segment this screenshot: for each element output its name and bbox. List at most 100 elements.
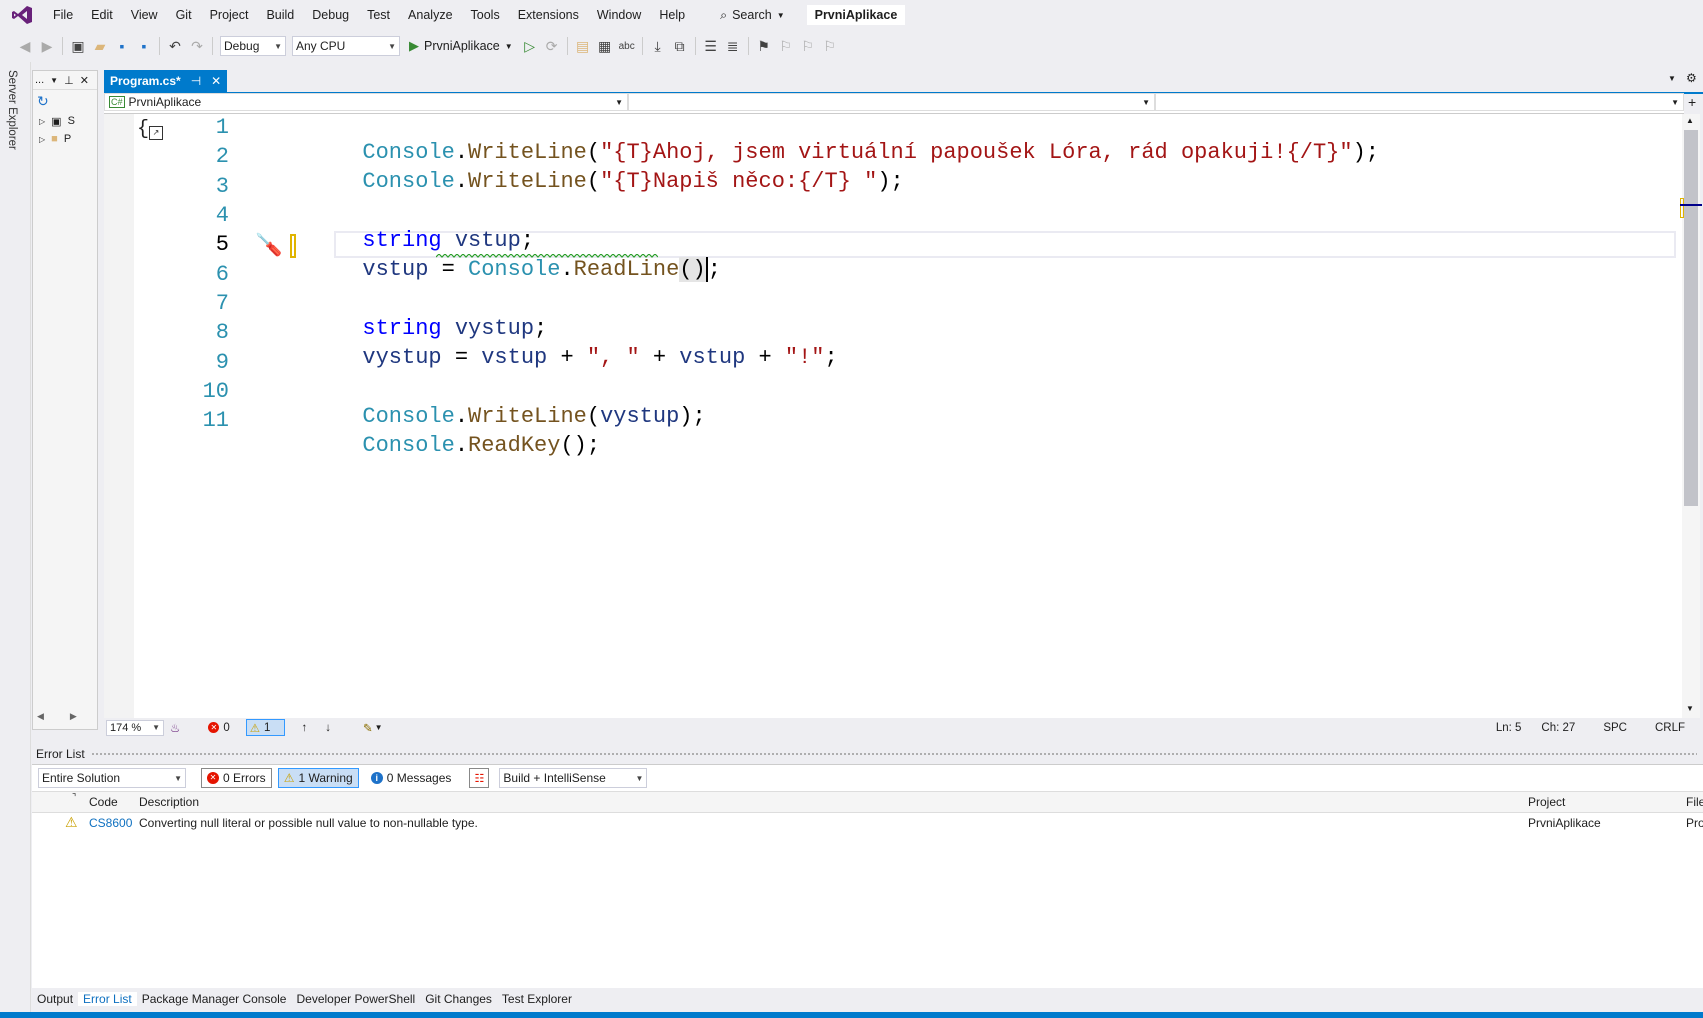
indent-icon[interactable]: ☰ — [700, 35, 722, 57]
column-indicator[interactable]: Ch: 27 — [1541, 722, 1575, 734]
menu-edit[interactable]: Edit — [82, 0, 122, 30]
column-header-code[interactable]: Code — [89, 795, 118, 809]
step-over-icon[interactable]: ⧉ — [669, 35, 691, 57]
table-row[interactable]: ⚠ CS8600 Converting null literal or poss… — [32, 812, 1703, 832]
start-without-debugging-icon[interactable]: ▷ — [519, 35, 541, 57]
pin-icon[interactable]: ⊣ — [191, 74, 201, 88]
save-icon[interactable]: ▪ — [111, 35, 133, 57]
tab-git-changes[interactable]: Git Changes — [420, 992, 497, 1006]
browse-folder-icon[interactable]: ▤ — [572, 35, 594, 57]
menu-view[interactable]: View — [122, 0, 167, 30]
menu-tools[interactable]: Tools — [462, 0, 509, 30]
solution-configuration-select[interactable]: Debug ▼ — [220, 36, 286, 56]
scroll-up-icon[interactable]: ▲ — [1686, 116, 1694, 125]
undo-icon[interactable]: ↶ — [164, 35, 186, 57]
code-line-8[interactable]: vystup = vstup + ", " + vstup + "!"; — [336, 320, 837, 370]
menu-extensions[interactable]: Extensions — [509, 0, 588, 30]
clear-bookmarks-icon[interactable]: ⚐ — [819, 35, 841, 57]
chevron-down-icon[interactable]: ▼ — [375, 723, 383, 732]
tab-program-cs[interactable]: Program.cs* ⊣ ✕ — [104, 70, 228, 92]
column-header-project[interactable]: Project — [1528, 795, 1565, 809]
build-source-select[interactable]: Build + IntelliSense ▼ — [499, 768, 648, 788]
warnings-filter-button[interactable]: ⚠ 1 Warning — [277, 768, 359, 788]
search-box[interactable]: ⌕ Search ▼ — [712, 8, 793, 23]
start-debugging-button[interactable]: ▶ PrvniAplikace ▼ — [403, 38, 519, 54]
visual-studio-logo-icon[interactable] — [10, 5, 34, 25]
project-item-label[interactable]: P — [64, 133, 71, 145]
line-indicator[interactable]: Ln: 5 — [1496, 722, 1522, 734]
solution-platform-select[interactable]: Any CPU ▼ — [292, 36, 400, 56]
menu-test[interactable]: Test — [358, 0, 399, 30]
panel-scroll-arrows[interactable]: ◀ ▶ — [37, 711, 77, 722]
messages-filter-button[interactable]: i 0 Messages — [365, 768, 458, 788]
chevron-down-icon[interactable]: ▼ — [50, 76, 58, 85]
solution-item-label[interactable]: S — [68, 115, 75, 127]
open-folder-icon[interactable]: ▰ — [89, 35, 111, 57]
zoom-select[interactable]: 174 % ▼ — [106, 719, 164, 736]
code-line-2[interactable]: Console.WriteLine("{T}Napiš něco:{/T} ")… — [336, 144, 903, 194]
menu-help[interactable]: Help — [650, 0, 694, 30]
outline-toggle-icon[interactable]: ↗ — [149, 126, 163, 140]
scroll-right-icon[interactable]: ▶ — [70, 711, 77, 722]
scroll-left-icon[interactable]: ◀ — [37, 711, 44, 722]
new-project-icon[interactable]: ▣ — [67, 35, 89, 57]
bookmark-icon[interactable]: ⚑ — [753, 35, 775, 57]
member-scope-select[interactable]: ▼ — [1155, 93, 1684, 111]
menu-project[interactable]: Project — [201, 0, 258, 30]
redo-icon[interactable]: ↷ — [186, 35, 208, 57]
code-line-11[interactable]: Console.ReadKey(); — [336, 408, 600, 458]
sync-icon[interactable]: ↻ — [37, 93, 49, 110]
pin-icon[interactable]: ⊥ — [64, 74, 74, 87]
line-ending-indicator[interactable]: CRLF — [1655, 722, 1685, 734]
navigate-forward-icon[interactable]: ▶ — [36, 35, 58, 57]
navigate-back-icon[interactable]: ◀ — [14, 35, 36, 57]
warning-squiggle[interactable] — [436, 254, 658, 258]
project-scope-select[interactable]: C# PrvniAplikace ▼ — [104, 93, 628, 111]
outdent-icon[interactable]: ≣ — [722, 35, 744, 57]
filter-current-document-icon[interactable]: ☷ — [469, 768, 490, 788]
warning-count-indicator[interactable]: ⚠ 1 — [245, 719, 286, 736]
spacing-indicator[interactable]: SPC — [1603, 722, 1627, 734]
scrollbar-thumb[interactable] — [1684, 130, 1698, 506]
expand-arrow-icon[interactable]: ▷ — [39, 135, 45, 144]
tab-error-list[interactable]: Error List — [78, 992, 137, 1006]
layout-icon[interactable]: ▦ — [594, 35, 616, 57]
column-header-file[interactable]: File — [1686, 795, 1703, 809]
quick-actions-screwdriver-icon[interactable]: 🪛 — [255, 232, 282, 258]
scroll-down-icon[interactable]: ▼ — [1686, 704, 1694, 713]
settings-gear-icon[interactable]: ⚙ — [1686, 71, 1697, 85]
server-explorer-tab[interactable]: Server Explorer — [6, 70, 18, 150]
menu-file[interactable]: File — [44, 0, 82, 30]
close-tab-icon[interactable]: ✕ — [211, 74, 221, 88]
tab-package-manager-console[interactable]: Package Manager Console — [137, 992, 292, 1006]
hot-reload-icon[interactable]: ⟳ — [541, 35, 563, 57]
error-code-link[interactable]: CS8600 — [89, 816, 132, 830]
previous-bookmark-icon[interactable]: ⚐ — [775, 35, 797, 57]
save-all-icon[interactable]: ▪ — [133, 35, 155, 57]
error-scope-select[interactable]: Entire Solution ▼ — [38, 768, 186, 788]
column-header-description[interactable]: Description — [139, 795, 199, 809]
next-bookmark-icon[interactable]: ⚐ — [797, 35, 819, 57]
menu-git[interactable]: Git — [167, 0, 201, 30]
menu-analyze[interactable]: Analyze — [399, 0, 461, 30]
menu-window[interactable]: Window — [588, 0, 650, 30]
menu-build[interactable]: Build — [257, 0, 303, 30]
tab-developer-powershell[interactable]: Developer PowerShell — [291, 992, 420, 1006]
tab-output[interactable]: Output — [32, 992, 78, 1006]
close-icon[interactable]: ✕ — [80, 74, 89, 87]
step-into-icon[interactable]: ⤓ — [647, 35, 669, 57]
expand-arrow-icon[interactable]: ▷ — [39, 117, 45, 126]
error-count-indicator[interactable]: ✕ 0 — [208, 722, 230, 734]
next-issue-icon[interactable]: ↓ — [325, 722, 331, 734]
code-cleanup-broom-icon[interactable]: ✎ — [363, 721, 373, 735]
previous-issue-icon[interactable]: ↑ — [301, 722, 307, 734]
spell-check-icon[interactable]: abc — [616, 35, 638, 57]
type-scope-select[interactable]: ▼ — [628, 93, 1155, 111]
menu-debug[interactable]: Debug — [303, 0, 358, 30]
scrollbar-warning-marker[interactable] — [1680, 198, 1684, 218]
code-cleanup-icon[interactable]: ♨ — [170, 721, 180, 735]
tab-test-explorer[interactable]: Test Explorer — [497, 992, 577, 1006]
collapse-region-icon[interactable]: { — [137, 118, 149, 141]
split-editor-icon[interactable]: + — [1688, 94, 1696, 110]
errors-filter-button[interactable]: ✕ 0 Errors — [201, 768, 272, 788]
